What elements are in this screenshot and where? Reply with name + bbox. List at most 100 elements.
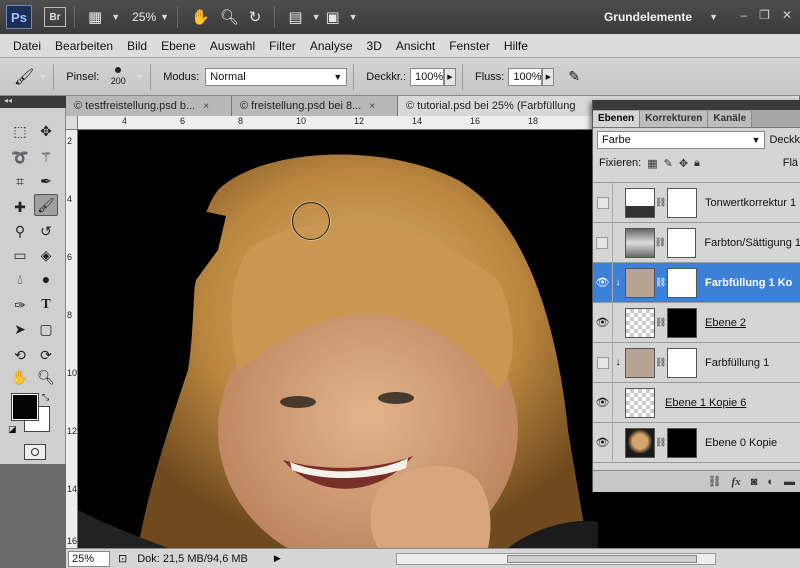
layer-mask-thumbnail[interactable] [667, 427, 697, 458]
layer-row[interactable]: 👁︎ Ebene 1 Kopie 6 [593, 382, 800, 423]
lock-all-icon[interactable]: 🔒︎ [694, 157, 700, 170]
layer-row[interactable]: ↓ ⛓ Farbfüllung 1 [593, 342, 800, 383]
tab-testfreistellung[interactable]: © testfreistellung.psd b... × [66, 96, 232, 116]
default-colors-icon[interactable]: ◪ [8, 424, 17, 435]
layer-mask-thumbnail[interactable] [667, 347, 697, 378]
tab-ebenen[interactable]: Ebenen [593, 111, 641, 127]
magic-wand-icon[interactable]: ⚚ [34, 146, 58, 168]
rotate-view-icon[interactable]: ↻ [249, 8, 262, 26]
marquee-tool-icon[interactable]: ⬚ [8, 120, 32, 142]
quick-mask-button[interactable] [24, 444, 46, 460]
dodge-tool-icon[interactable]: ● [34, 268, 58, 290]
lock-transparency-icon[interactable]: ▦ [647, 157, 657, 170]
tab-kanaele[interactable]: Kanäle [708, 111, 753, 127]
chevron-down-icon[interactable]: ▼ [135, 72, 144, 82]
swap-colors-icon[interactable]: ⤡ [42, 392, 49, 403]
close-icon[interactable]: × [203, 101, 209, 112]
link-icon[interactable]: ⛓ [655, 317, 666, 328]
adjustment-layer-icon[interactable]: ◐ [767, 476, 774, 488]
menu-item-ebene[interactable]: Ebene [161, 39, 196, 53]
panel-header-bar[interactable] [593, 100, 800, 110]
workspace-switcher[interactable]: Grundelemente [604, 10, 692, 24]
link-icon[interactable]: ⛓ [655, 437, 666, 448]
new-group-icon[interactable]: ▬ [784, 476, 795, 488]
layer-row[interactable]: ⛓ Tonwertkorrektur 1 [593, 182, 800, 223]
opacity-slider-button[interactable]: ▶ [444, 67, 456, 86]
status-info-icon[interactable]: ⊡ [118, 552, 127, 565]
link-layers-icon[interactable]: ⛓ [708, 475, 722, 488]
zoom-tool-icon[interactable]: 🔍︎ [34, 366, 58, 388]
eyedropper-icon[interactable]: ✒ [34, 170, 58, 192]
blend-mode-select[interactable]: Farbe ▼ [597, 131, 766, 149]
clone-stamp-icon[interactable]: ⚲ [8, 220, 32, 242]
move-tool-icon[interactable]: ✥ [34, 120, 58, 142]
menu-item-bearbeiten[interactable]: Bearbeiten [55, 39, 113, 53]
hand-tool-icon[interactable]: ✋ [8, 366, 32, 388]
close-icon[interactable]: × [369, 101, 375, 112]
arrange-documents-icon[interactable]: ▤ [288, 8, 302, 26]
path-selection-icon[interactable]: ➤ [8, 318, 32, 340]
toolbox-collapse-bar[interactable]: ◂◂ [0, 96, 66, 108]
healing-brush-icon[interactable]: ✚ [8, 196, 32, 218]
restore-icon[interactable]: ❐ [759, 8, 770, 22]
tab-korrekturen[interactable]: Korrekturen [640, 111, 709, 127]
layer-row-selected[interactable]: 👁︎ ↓ ⛓ Farbfüllung 1 Ko [593, 262, 800, 303]
vertical-ruler[interactable]: 2 4 6 8 10 12 14 16 [66, 130, 78, 548]
screen-mode-icon[interactable]: ▣ [325, 8, 339, 26]
menu-item-analyse[interactable]: Analyse [310, 39, 353, 53]
airbrush-icon[interactable]: ✎ [568, 68, 580, 85]
close-icon[interactable]: ✕ [782, 8, 792, 22]
opacity-input[interactable]: 100% [410, 67, 444, 86]
chevron-down-icon[interactable]: ▼ [709, 12, 718, 22]
text-tool-icon[interactable]: T [34, 294, 58, 316]
layer-mask-thumbnail[interactable] [667, 307, 697, 338]
horizontal-scrollbar[interactable] [396, 553, 716, 565]
visibility-toggle[interactable] [593, 182, 613, 223]
shape-tool-icon[interactable]: ▢ [34, 318, 58, 340]
link-icon[interactable]: ⛓ [655, 237, 666, 248]
lock-position-icon[interactable]: ✥ [679, 157, 688, 170]
visibility-toggle[interactable] [593, 222, 613, 263]
tab-freistellung[interactable]: © freistellung.psd bei 8... × [232, 96, 398, 116]
visibility-toggle[interactable]: 👁︎ [593, 422, 613, 463]
visibility-toggle[interactable] [593, 342, 613, 383]
blur-tool-icon[interactable]: 💧︎ [8, 268, 32, 290]
flow-input[interactable]: 100% [508, 67, 543, 86]
status-zoom-input[interactable]: 25% [68, 550, 110, 567]
status-menu-arrow-icon[interactable]: ▶ [274, 553, 281, 564]
film-icon[interactable]: ▦ [88, 8, 102, 26]
layer-style-icon[interactable]: fx [732, 476, 741, 488]
chevron-down-icon[interactable]: ▼ [111, 12, 120, 22]
menu-item-datei[interactable]: Datei [13, 39, 41, 53]
link-icon[interactable]: ⛓ [655, 277, 666, 288]
lasso-tool-icon[interactable]: ➰ [8, 146, 32, 168]
layer-mask-thumbnail[interactable] [667, 187, 697, 218]
chevron-down-icon[interactable]: ▼ [312, 12, 321, 22]
mode-select[interactable]: Normal ▼ [205, 67, 348, 86]
layer-mask-thumbnail[interactable] [666, 227, 697, 258]
brush-picker[interactable]: 200 [105, 63, 131, 91]
hand-tool-icon[interactable]: ✋ [191, 8, 210, 26]
paint-bucket-icon[interactable]: ◈ [34, 244, 58, 266]
launch-bridge-button[interactable]: Br [44, 7, 66, 27]
menu-item-auswahl[interactable]: Auswahl [210, 39, 255, 53]
lock-pixels-icon[interactable]: ✎ [664, 157, 673, 170]
zoom-level[interactable]: 25% [132, 10, 156, 24]
menu-item-filter[interactable]: Filter [269, 39, 296, 53]
chevron-down-icon[interactable]: ▼ [38, 72, 47, 82]
eraser-icon[interactable]: ▭ [8, 244, 32, 266]
crop-tool-icon[interactable]: ⌗ [8, 170, 32, 192]
pen-tool-icon[interactable]: ✑ [8, 294, 32, 316]
foreground-color-swatch[interactable] [11, 393, 39, 421]
chevron-down-icon[interactable]: ▼ [160, 12, 169, 22]
menu-item-hilfe[interactable]: Hilfe [504, 39, 528, 53]
scrollbar-thumb[interactable] [507, 555, 697, 563]
3d-orbit-icon[interactable]: ⟳ [34, 344, 58, 366]
layer-row[interactable]: ⛓ Farbton/Sättigung 1 [593, 222, 800, 263]
brush-tool-icon[interactable]: 🖌︎ [34, 194, 58, 216]
visibility-toggle[interactable]: 👁︎ [593, 262, 613, 303]
history-brush-icon[interactable]: ↺ [34, 220, 58, 242]
link-icon[interactable]: ⛓ [655, 197, 666, 208]
menu-item-ansicht[interactable]: Ansicht [396, 39, 435, 53]
minimize-icon[interactable]: – [740, 8, 747, 22]
